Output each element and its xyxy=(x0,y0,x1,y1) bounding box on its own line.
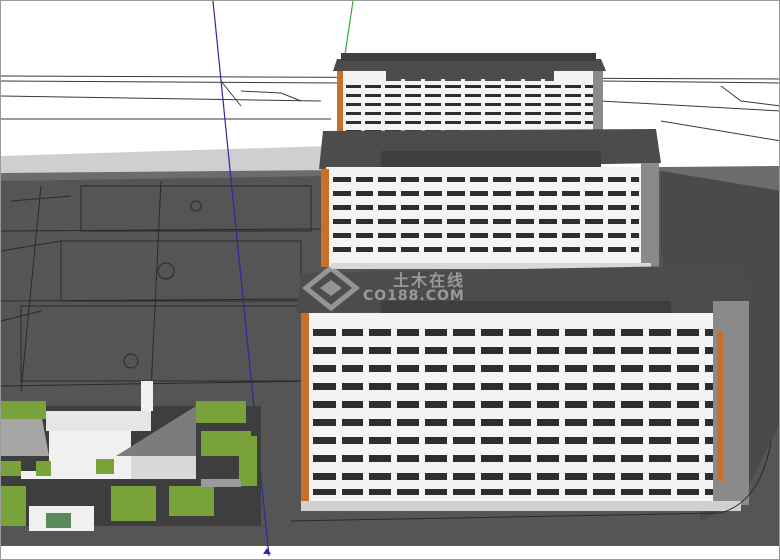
building-front xyxy=(297,265,753,511)
building-middle xyxy=(319,129,661,269)
model-viewport[interactable]: 土木在线 CO188.COM xyxy=(0,0,780,560)
building-far xyxy=(333,53,606,137)
3d-scene xyxy=(1,1,779,559)
